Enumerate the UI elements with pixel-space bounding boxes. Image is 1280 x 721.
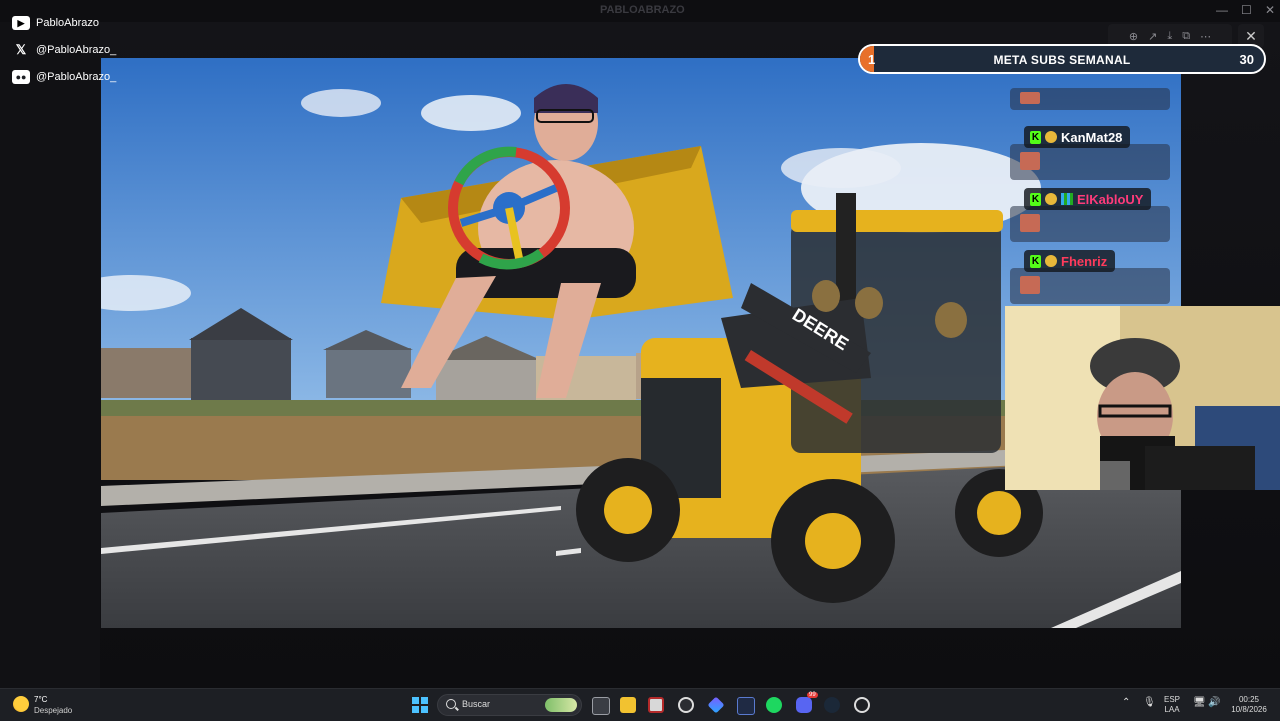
chat-username: ElKabloUY [1077,191,1144,207]
chat-avatar [1020,92,1040,104]
discord-notification-badge: 99 [807,692,818,698]
clock-date: 10/8/2026 [1231,705,1267,714]
more-icon[interactable]: ⋯ [1200,30,1211,43]
chat-avatar [1020,276,1040,294]
weather-moon-icon[interactable] [13,696,29,712]
taskbar-search[interactable]: Buscar [437,694,582,716]
steam-icon[interactable] [824,697,840,713]
share-icon[interactable]: ↗ [1148,30,1157,43]
emote-badge-icon [1045,255,1057,267]
social-handle: @PabloAbrazo_ [36,44,117,56]
kick-badge-icon: K [1030,192,1041,206]
app-title-bar: PABLOABRAZO [0,0,1280,22]
social-handle: @PabloAbrazo_ [36,71,117,83]
spotify-icon[interactable] [766,697,782,713]
webcam-illustration [1005,306,1280,490]
emote-badge-icon [1045,131,1057,143]
volume-icon[interactable]: 🔊 [1208,698,1220,708]
app-diamond-icon[interactable] [707,696,725,714]
weather-temperature[interactable]: 7°C [34,695,47,704]
start-button[interactable] [412,697,428,713]
app-title: PABLOABRAZO [600,4,685,16]
social-handle: PabloAbrazo [36,17,99,29]
social-youtube: ▶ PabloAbrazo [12,16,99,30]
sub-goal-bar: 1 META SUBS SEMANAL 30 [858,44,1266,74]
clock[interactable]: 00:25 10/8/2026 [1228,695,1270,715]
x-icon: 𝕏 [15,42,27,57]
network-icon[interactable]: 🖥 [1193,698,1206,708]
audio-app-icon[interactable] [737,697,755,715]
obs-icon[interactable] [678,697,694,713]
snipping-tool-icon[interactable] [648,697,664,713]
maximize-button[interactable]: ☐ [1241,3,1252,17]
kick-badge-icon: K [1030,130,1041,144]
emote-badge-icon [1045,193,1057,205]
chat-username: Fhenriz [1061,253,1108,269]
social-discord: ●● @PabloAbrazo_ [12,70,116,84]
webcam-feed [1005,306,1280,490]
window-close-button[interactable]: ✕ [1265,3,1275,17]
taskbar: 7°C Despejado Buscar 99 ⌃ 🎙 ESP LAA 🖥 🔊 … [0,688,1280,721]
chat-avatar [1020,152,1040,170]
search-icon [446,699,456,709]
search-placeholder: Buscar [462,699,491,709]
chat-username-tag: K Fhenriz [1024,250,1116,272]
youtube-icon: ▶ [12,16,30,30]
language-indicator[interactable]: ESP LAA [1164,695,1180,715]
sub-goal-title: META SUBS SEMANAL [993,53,1131,67]
keyboard-layout: LAA [1164,705,1180,714]
chat-username-tag: K KanMat28 [1024,126,1131,148]
file-explorer-icon[interactable] [620,697,636,713]
app-circle-icon[interactable] [854,697,870,713]
discord-taskbar-icon[interactable] [796,697,812,713]
social-x: 𝕏 @PabloAbrazo_ [12,42,117,57]
task-view-icon[interactable] [592,697,610,715]
download-icon[interactable]: ⤓ [1167,30,1172,43]
kick-badge-icon: K [1030,254,1041,268]
discord-icon: ●● [12,70,30,84]
chat-avatar [1020,214,1040,232]
clock-time: 00:25 [1238,695,1260,704]
language-code: ESP [1164,695,1181,704]
search-highlight-icon [545,698,577,712]
weather-description[interactable]: Despejado [34,706,72,715]
microphone-icon[interactable]: 🎙 [1143,698,1156,708]
sub-goal-target: 30 [1239,52,1254,67]
grid-badge-icon [1061,193,1073,205]
chat-username: KanMat28 [1061,129,1123,145]
minimize-button[interactable]: — [1216,3,1228,17]
server-rail [0,0,100,688]
open-external-icon[interactable]: ⧉ [1182,30,1190,43]
zoom-icon[interactable]: ⊕ [1129,30,1138,43]
tray-overflow-icon[interactable]: ⌃ [1122,698,1130,708]
chat-username-tag: K ElKabloUY [1024,188,1152,210]
